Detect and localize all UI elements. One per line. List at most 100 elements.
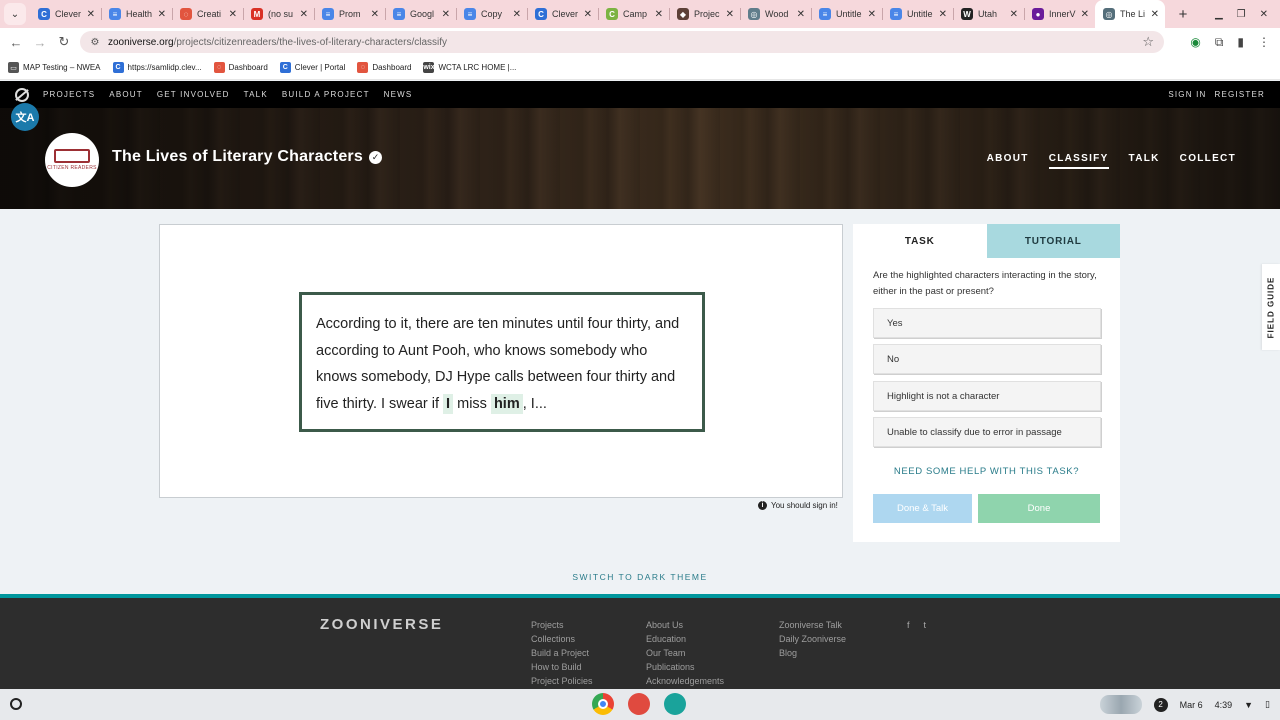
menu-kebab-icon[interactable]: ⋮	[1258, 35, 1270, 49]
site-info-icon[interactable]: ⚙	[88, 35, 102, 49]
bookmark-item[interactable]: ◌ Dashboard	[357, 62, 411, 73]
browser-tab[interactable]: ◎ The Li ✕	[1095, 0, 1165, 28]
close-tab-icon[interactable]: ✕	[1081, 9, 1089, 20]
grammarly-icon[interactable]: ◉	[1190, 35, 1200, 49]
tab-task[interactable]: TASK	[853, 224, 987, 258]
twitter-icon[interactable]: t	[924, 620, 927, 630]
bookmark-item[interactable]: ▭ MAP Testing – NWEA	[8, 62, 101, 73]
browser-tab[interactable]: ≡ Untitle ✕	[811, 0, 882, 28]
project-avatar[interactable]: CITIZEN READERS	[45, 133, 99, 187]
browser-tab[interactable]: W Utah ✕	[953, 0, 1024, 28]
browser-tab[interactable]: ◆ Projec ✕	[669, 0, 740, 28]
holding-space-thumbnails[interactable]	[1099, 695, 1142, 714]
footer-link[interactable]: Collections	[531, 634, 593, 645]
answer-option[interactable]: Highlight is not a character	[873, 381, 1101, 411]
close-tab-icon[interactable]: ✕	[371, 9, 379, 20]
browser-tab[interactable]: ≡ Copy ✕	[456, 0, 527, 28]
launcher-icon[interactable]	[10, 698, 22, 710]
switch-dark-theme-link[interactable]: SWITCH TO DARK THEME	[0, 572, 1280, 582]
bookmark-item[interactable]: C Clever | Portal	[279, 62, 345, 73]
browser-tab[interactable]: ≡ Prom ✕	[314, 0, 385, 28]
bookmark-star-icon[interactable]: ☆	[1142, 34, 1154, 50]
close-tab-icon[interactable]: ✕	[87, 9, 95, 20]
footer-link[interactable]: Build a Project	[531, 648, 593, 659]
site-nav-projects[interactable]: PROJECTS	[43, 90, 95, 99]
footer-link[interactable]: Projects	[531, 620, 593, 631]
footer-link[interactable]: Daily Zooniverse	[779, 634, 846, 645]
tab-tutorial[interactable]: TUTORIAL	[986, 224, 1120, 258]
language-translate-icon[interactable]: 文A	[11, 103, 39, 131]
browser-tab[interactable]: ◎ Wood ✕	[740, 0, 811, 28]
footer-link[interactable]: Zooniverse Talk	[779, 620, 846, 631]
close-window-icon[interactable]: ✕	[1260, 9, 1268, 20]
close-tab-icon[interactable]: ✕	[1151, 9, 1159, 20]
close-tab-icon[interactable]: ✕	[726, 9, 734, 20]
chrome-app-icon[interactable]	[592, 693, 614, 715]
browser-tab[interactable]: C Clever ✕	[527, 0, 598, 28]
answer-option[interactable]: Yes	[873, 308, 1101, 338]
need-help-link[interactable]: NEED SOME HELP WITH THIS TASK?	[853, 466, 1120, 477]
system-tray[interactable]: 2 Mar 6 4:39 ▼ ▯	[1099, 694, 1270, 715]
browser-tab[interactable]: ≡ Googl ✕	[385, 0, 456, 28]
browser-tab[interactable]: ≡ Untitle ✕	[882, 0, 953, 28]
bookmark-item[interactable]: ◌ Dashboard	[213, 62, 268, 73]
project-title[interactable]: The Lives of Literary Characters	[112, 148, 363, 166]
project-nav-talk[interactable]: TALK	[1129, 153, 1160, 169]
close-tab-icon[interactable]: ✕	[513, 9, 521, 20]
close-tab-icon[interactable]: ✕	[158, 9, 166, 20]
close-tab-icon[interactable]: ✕	[939, 9, 947, 20]
site-nav-about[interactable]: ABOUT	[109, 90, 143, 99]
project-nav-about[interactable]: ABOUT	[987, 153, 1029, 169]
browser-tab[interactable]: C Clever ✕	[30, 0, 101, 28]
new-tab-button[interactable]: +	[1171, 6, 1195, 23]
footer-link[interactable]: Project Policies	[531, 676, 593, 687]
side-panel-icon[interactable]: ▮	[1237, 35, 1244, 49]
bookmark-item[interactable]: wix WCTA LRC HOME |...	[423, 62, 516, 73]
close-tab-icon[interactable]: ✕	[584, 9, 592, 20]
answer-option[interactable]: Unable to classify due to error in passa…	[873, 417, 1101, 447]
back-icon[interactable]: ←	[4, 35, 28, 50]
tab-search-chevron-icon[interactable]: ⌄	[4, 3, 26, 25]
site-nav-talk[interactable]: TALK	[244, 90, 268, 99]
done-and-talk-button[interactable]: Done & Talk	[873, 494, 972, 523]
footer-link[interactable]: Blog	[779, 648, 846, 659]
reload-icon[interactable]: ↻	[52, 34, 76, 50]
bookmark-item[interactable]: Chttps://samlidp.clev...	[112, 62, 202, 73]
footer-link[interactable]: Our Team	[646, 648, 724, 659]
field-guide-tab[interactable]: FIELD GUIDE	[1262, 264, 1280, 350]
close-tab-icon[interactable]: ✕	[442, 9, 450, 20]
project-nav-classify[interactable]: CLASSIFY	[1048, 153, 1109, 169]
project-nav-collect[interactable]: COLLECT	[1180, 153, 1236, 169]
browser-tab[interactable]: ≡ Health ✕	[101, 0, 172, 28]
app-icon-teal[interactable]	[664, 693, 686, 715]
restore-icon[interactable]: ❐	[1237, 9, 1246, 20]
register-link[interactable]: REGISTER	[1215, 90, 1266, 99]
close-tab-icon[interactable]: ✕	[868, 9, 876, 20]
address-bar[interactable]: ⚙ zooniverse.org/projects/citizenreaders…	[80, 31, 1164, 53]
app-icon-red[interactable]	[628, 693, 650, 715]
footer-link[interactable]: Publications	[646, 662, 724, 673]
done-button[interactable]: Done	[978, 494, 1100, 523]
footer-link[interactable]: How to Build	[531, 662, 593, 673]
close-tab-icon[interactable]: ✕	[229, 9, 237, 20]
site-nav-get-involved[interactable]: GET INVOLVED	[157, 90, 230, 99]
footer-link[interactable]: Acknowledgements	[646, 676, 724, 687]
close-tab-icon[interactable]: ✕	[797, 9, 805, 20]
browser-tab[interactable]: ◌ Creati ✕	[172, 0, 243, 28]
forward-icon[interactable]: →	[28, 35, 52, 50]
zooniverse-logo-icon[interactable]	[15, 87, 29, 102]
answer-option[interactable]: No	[873, 344, 1101, 374]
site-nav-build-a-project[interactable]: BUILD A PROJECT	[282, 90, 370, 99]
browser-tab[interactable]: C Camp ✕	[598, 0, 669, 28]
footer-logo[interactable]: ZOONIVERSE	[320, 616, 443, 633]
browser-tab[interactable]: ● InnerV ✕	[1024, 0, 1095, 28]
facebook-icon[interactable]: f	[907, 620, 910, 630]
browser-tab[interactable]: M (no su ✕	[243, 0, 314, 28]
close-tab-icon[interactable]: ✕	[655, 9, 663, 20]
close-tab-icon[interactable]: ✕	[1010, 9, 1018, 20]
close-tab-icon[interactable]: ✕	[300, 9, 308, 20]
notification-count[interactable]: 2	[1153, 697, 1168, 712]
footer-link[interactable]: Education	[646, 634, 724, 645]
site-nav-news[interactable]: NEWS	[384, 90, 413, 99]
footer-link[interactable]: About Us	[646, 620, 724, 631]
